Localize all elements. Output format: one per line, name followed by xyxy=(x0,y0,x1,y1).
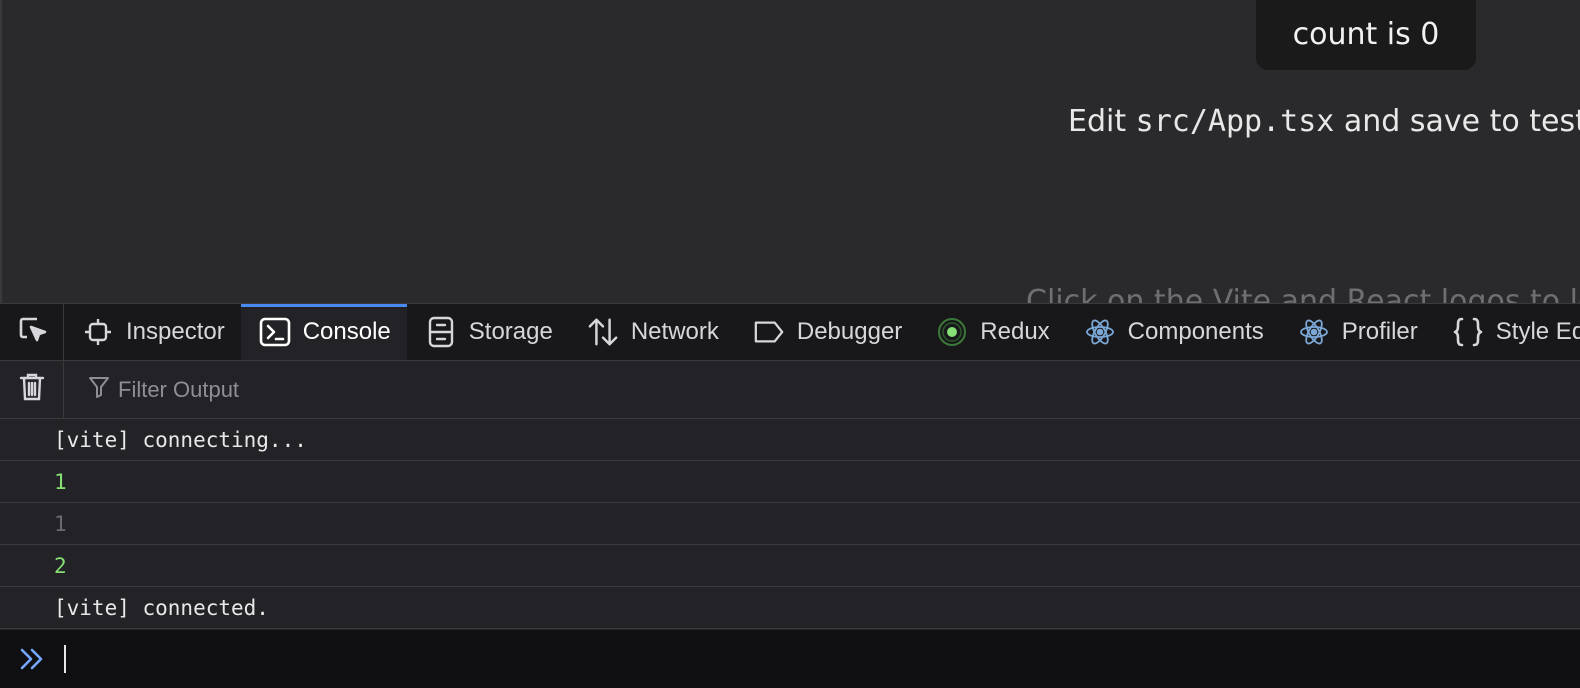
tab-label: Style Editor xyxy=(1495,318,1580,345)
tab-storage[interactable]: Storage xyxy=(407,304,569,360)
filter-output-input[interactable] xyxy=(118,376,718,403)
prompt-chevron-icon xyxy=(0,646,64,672)
tab-label: Debugger xyxy=(796,318,903,345)
tab-debugger[interactable]: Debugger xyxy=(735,304,918,360)
braces-icon xyxy=(1452,316,1484,348)
tab-label: Console xyxy=(302,318,391,345)
console-message: 2 xyxy=(0,545,1580,587)
devtools-panel: Inspector Console Storage Network Debugger Re… xyxy=(0,303,1580,688)
storage-icon xyxy=(425,316,457,348)
console-message: [vite] connected. xyxy=(0,587,1580,629)
inspector-icon xyxy=(82,316,114,348)
edit-hint-code: src/App.tsx xyxy=(1135,104,1335,139)
picker-icon xyxy=(15,313,49,352)
input-caret xyxy=(64,645,66,673)
edit-hint-suffix: and save to test xyxy=(1334,104,1580,139)
react-icon xyxy=(1298,316,1330,348)
tab-style-editor[interactable]: Style Editor xyxy=(1434,304,1580,360)
network-icon xyxy=(587,316,619,348)
console-input[interactable] xyxy=(0,630,1580,688)
tab-network[interactable]: Network xyxy=(569,304,735,360)
trash-icon xyxy=(18,371,46,408)
tab-label: Storage xyxy=(468,318,553,345)
console-message: 1 xyxy=(0,503,1580,545)
filter-output xyxy=(64,361,718,419)
tab-profiler[interactable]: Profiler xyxy=(1280,304,1434,360)
react-icon xyxy=(1084,316,1116,348)
console-messages: [vite] connecting... 1 1 2 [vite] connected. xyxy=(0,419,1580,629)
page-viewport: count is 0 Edit src/App.tsx and save to … xyxy=(0,0,1580,303)
console-icon xyxy=(259,316,291,348)
read-the-docs: Click on the Vite and React logos to lea… xyxy=(1026,284,1580,303)
tab-components[interactable]: Components xyxy=(1066,304,1280,360)
tab-inspector[interactable]: Inspector xyxy=(64,304,241,360)
tab-label: Profiler xyxy=(1341,318,1418,345)
clear-console-button[interactable] xyxy=(0,360,64,419)
edit-hint: Edit src/App.tsx and save to test xyxy=(1068,104,1580,139)
tab-label: Components xyxy=(1127,318,1264,345)
tab-redux[interactable]: Redux xyxy=(918,304,1065,360)
filter-icon xyxy=(88,375,110,404)
tab-label: Inspector xyxy=(126,318,225,345)
element-picker-button[interactable] xyxy=(0,304,64,360)
devtools-toolbar: Inspector Console Storage Network Debugger Re… xyxy=(0,303,1580,361)
tab-label: Network xyxy=(630,318,719,345)
console-filter-bar xyxy=(0,360,1580,419)
tab-console[interactable]: Console xyxy=(240,304,407,360)
count-button[interactable]: count is 0 xyxy=(1256,0,1476,70)
console-message: 1 xyxy=(0,461,1580,503)
edit-hint-prefix: Edit xyxy=(1068,104,1136,139)
tab-label: Redux xyxy=(980,318,1050,345)
debugger-icon xyxy=(753,316,785,348)
console-message: [vite] connecting... xyxy=(0,419,1580,461)
redux-icon xyxy=(936,316,968,348)
